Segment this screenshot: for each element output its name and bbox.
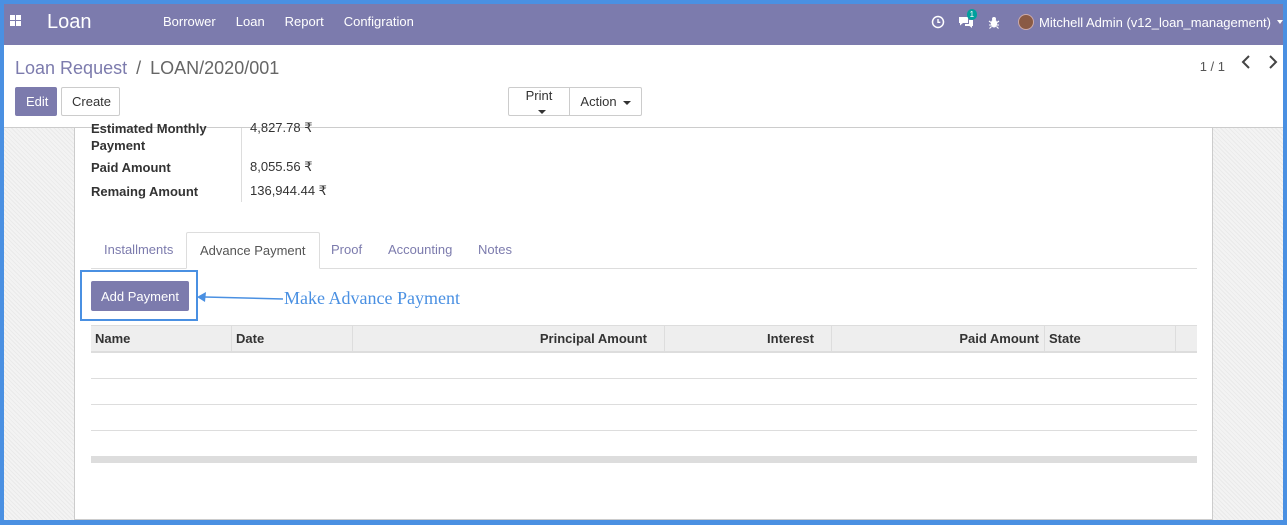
annotation-arrow-icon: [197, 292, 284, 302]
column-interest[interactable]: Interest: [665, 326, 832, 352]
column-date[interactable]: Date: [232, 326, 353, 352]
column-paid-amount[interactable]: Paid Amount: [832, 326, 1045, 352]
systray: 1 Mitchell Admin (v12_loan_management): [924, 4, 1283, 40]
menu-loan[interactable]: Loan: [226, 4, 275, 45]
field-value: 136,944.44 ₹: [250, 183, 327, 198]
main-menu: Borrower Loan Report Configration: [153, 4, 424, 45]
tab-accounting[interactable]: Accounting: [375, 232, 465, 269]
field-label: Estimated Monthly Payment: [91, 121, 207, 153]
form-background-right: [1213, 128, 1283, 520]
table-row: [91, 405, 1197, 431]
debug-bug-icon[interactable]: [980, 16, 1008, 29]
caret-down-icon: [622, 100, 631, 105]
menu-configration[interactable]: Configration: [334, 4, 424, 45]
app-title: Loan: [47, 11, 92, 33]
tab-notes[interactable]: Notes: [465, 232, 525, 269]
table-footer: [91, 457, 1197, 463]
field-label: Remaing Amount: [91, 184, 199, 199]
chat-badge: 1: [966, 9, 978, 20]
avatar: [1018, 14, 1035, 30]
form-background-left: [4, 128, 74, 520]
user-menu[interactable]: Mitchell Admin (v12_loan_management): [1008, 14, 1283, 30]
pager-value[interactable]: 1 / 1: [1200, 59, 1225, 74]
breadcrumb: Loan Request / LOAN/2020/001: [15, 58, 279, 79]
table-row: [91, 379, 1197, 405]
breadcrumb-loan-request[interactable]: Loan Request: [15, 58, 127, 78]
advance-payment-table: Name Date Principal Amount Interest Paid…: [91, 325, 1197, 463]
pager-previous-icon[interactable]: [1241, 55, 1251, 73]
form-sheet: Estimated Monthly Payment 4,827.78 ₹ Pai…: [74, 120, 1213, 520]
table-row: [91, 431, 1197, 457]
activity-clock-icon[interactable]: [924, 15, 952, 29]
tab-installments[interactable]: Installments: [91, 232, 186, 269]
app-window: Loan Borrower Loan Report Configration 1…: [4, 4, 1283, 520]
print-dropdown[interactable]: Print: [508, 87, 570, 116]
create-button[interactable]: Create: [61, 87, 120, 116]
column-state[interactable]: State: [1045, 326, 1176, 352]
field-label: Paid Amount: [91, 160, 171, 175]
user-name: Mitchell Admin (v12_loan_management): [1039, 14, 1271, 30]
field-divider: [241, 128, 242, 202]
print-label: Print: [525, 88, 553, 103]
breadcrumb-separator: /: [136, 58, 142, 78]
action-label: Action: [580, 94, 617, 109]
pager-next-icon[interactable]: [1268, 55, 1278, 73]
action-dropdown[interactable]: Action: [570, 87, 642, 116]
table-header: Name Date Principal Amount Interest Paid…: [91, 325, 1197, 353]
annotation-text: Make Advance Payment: [284, 288, 460, 308]
table-row: [91, 353, 1197, 379]
breadcrumb-current: LOAN/2020/001: [150, 58, 280, 78]
menu-report[interactable]: Report: [275, 4, 334, 45]
apps-menu-icon[interactable]: [10, 15, 22, 27]
menu-borrower[interactable]: Borrower: [153, 4, 226, 45]
top-navbar: Loan Borrower Loan Report Configration 1…: [4, 4, 1283, 45]
add-payment-button[interactable]: Add Payment: [91, 281, 189, 311]
column-name[interactable]: Name: [91, 326, 232, 352]
tab-proof[interactable]: Proof: [318, 232, 375, 269]
field-value: 8,055.56 ₹: [250, 159, 313, 174]
notebook-tabs: Installments Advance Payment Proof Accou…: [91, 232, 1197, 269]
edit-button[interactable]: Edit: [15, 87, 57, 116]
caret-down-icon: [538, 109, 546, 114]
control-panel: Loan Request / LOAN/2020/001 Edit Create…: [4, 45, 1283, 128]
chevron-down-icon: [1277, 20, 1283, 24]
column-principal-amount[interactable]: Principal Amount: [353, 326, 665, 352]
chat-icon[interactable]: 1: [952, 9, 980, 29]
tab-advance-payment[interactable]: Advance Payment: [186, 232, 320, 269]
field-value: 4,827.78 ₹: [250, 120, 313, 135]
